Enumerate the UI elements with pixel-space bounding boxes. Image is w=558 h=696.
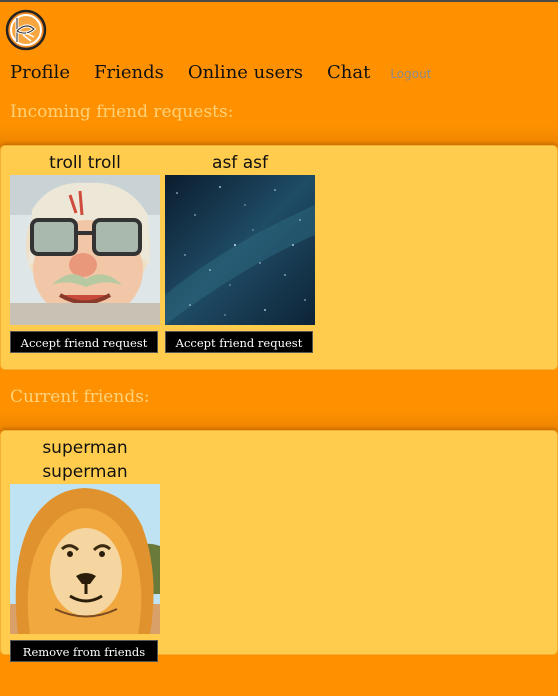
lion-avatar-image (10, 484, 160, 634)
accept-request-button[interactable]: Accept friend request (165, 331, 313, 353)
nav-friends[interactable]: Friends (94, 62, 164, 83)
request-name: troll troll (49, 153, 121, 173)
nav-logout[interactable]: Logout (390, 67, 431, 81)
nav-online-users[interactable]: Online users (188, 62, 303, 83)
troll-avatar-image (10, 175, 160, 325)
remove-friend-button[interactable]: Remove from friends (10, 640, 158, 662)
nav-profile[interactable]: Profile (10, 62, 70, 83)
logo-icon[interactable] (5, 9, 47, 51)
request-card: troll troll Accept friend request (10, 151, 160, 353)
starry-sky-avatar-image (165, 175, 315, 325)
friend-name: superman superman (42, 438, 128, 482)
main-nav: Profile Friends Online users Chat Logout (10, 62, 455, 83)
request-name: asf asf (212, 153, 268, 173)
current-friends-panel: superman superman Remove from friends (0, 430, 558, 662)
friend-card: superman superman Remove from friends (10, 436, 160, 662)
incoming-requests-title: Incoming friend requests: (10, 102, 234, 122)
request-card: asf asf Accept friend request (165, 151, 315, 353)
nav-chat[interactable]: Chat (327, 62, 370, 83)
current-friends-title: Current friends: (10, 387, 150, 407)
accept-request-button[interactable]: Accept friend request (10, 331, 158, 353)
incoming-requests-panel: troll troll Accept friend request asf as… (0, 145, 558, 370)
